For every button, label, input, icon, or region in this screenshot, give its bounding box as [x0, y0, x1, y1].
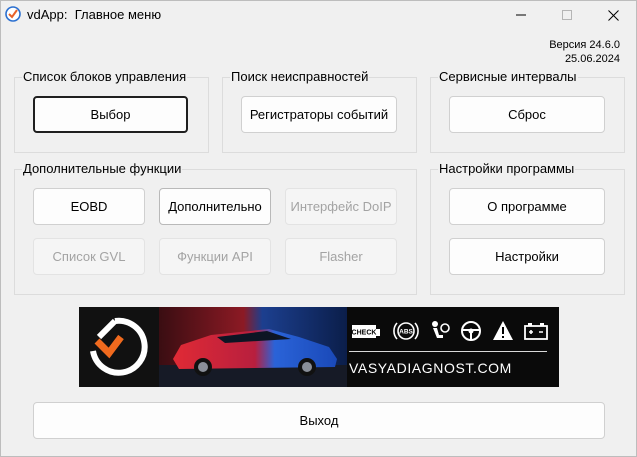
additional-functions-group-label: Дополнительные функции [22, 161, 183, 177]
exit-button[interactable]: Выход [33, 402, 605, 439]
event-recorders-button[interactable]: Регистраторы событий [241, 96, 397, 133]
about-button[interactable]: О программе [449, 188, 605, 225]
select-control-units-button[interactable]: Выбор [33, 96, 188, 133]
abs-icon: ABS [393, 322, 419, 340]
version-text: Версия 24.6.0 [549, 39, 620, 51]
maximize-icon [562, 10, 572, 20]
maximize-button[interactable] [544, 1, 590, 29]
check-engine-label: CHECK [352, 330, 377, 337]
api-functions-button[interactable]: Функции API [159, 238, 271, 275]
eobd-button[interactable]: EOBD [33, 188, 145, 225]
doip-interface-button[interactable]: Интерфейс DoIP [285, 188, 397, 225]
main-window: vdApp: Главное меню Версия 24.6.0 25.06.… [0, 0, 637, 457]
car-image [159, 307, 347, 387]
reset-service-button[interactable]: Сброс [449, 96, 605, 133]
fault-search-group-label: Поиск неисправностей [230, 69, 370, 85]
minimize-icon [516, 14, 526, 16]
warning-triangle-icon [493, 321, 513, 340]
steering-wheel-icon [461, 321, 481, 341]
version-info: Версия 24.6.0 25.06.2024 [549, 38, 620, 66]
close-button[interactable] [590, 1, 636, 29]
vasyadiagnost-logo-icon [79, 307, 159, 387]
abs-label: ABS [399, 329, 413, 336]
service-intervals-group-label: Сервисные интервалы [438, 69, 578, 85]
gvl-list-button[interactable]: Список GVL [33, 238, 145, 275]
control-units-group-label: Список блоков управления [22, 69, 188, 85]
additional-button[interactable]: Дополнительно [159, 188, 271, 225]
banner-site-url[interactable]: VASYADIAGNOST.COM [349, 360, 512, 376]
vasyadiagnost-banner[interactable]: CHECK ABS VASYADIAGNOST.COM [79, 307, 559, 387]
check-engine-icon: CHECK [352, 325, 380, 338]
warning-icons-row: CHECK ABS [349, 319, 549, 345]
window-title: vdApp: Главное меню [27, 7, 162, 22]
title-bar[interactable]: vdApp: Главное меню [1, 1, 636, 29]
version-date: 25.06.2024 [564, 53, 620, 65]
vdapp-logo-icon [5, 6, 21, 22]
battery-icon [524, 323, 548, 340]
flasher-button[interactable]: Flasher [285, 238, 397, 275]
settings-button[interactable]: Настройки [449, 238, 605, 275]
airbag-icon [432, 321, 450, 338]
minimize-button[interactable] [498, 1, 544, 29]
close-icon [607, 9, 619, 21]
banner-divider [349, 351, 547, 352]
program-settings-group-label: Настройки программы [438, 161, 576, 177]
